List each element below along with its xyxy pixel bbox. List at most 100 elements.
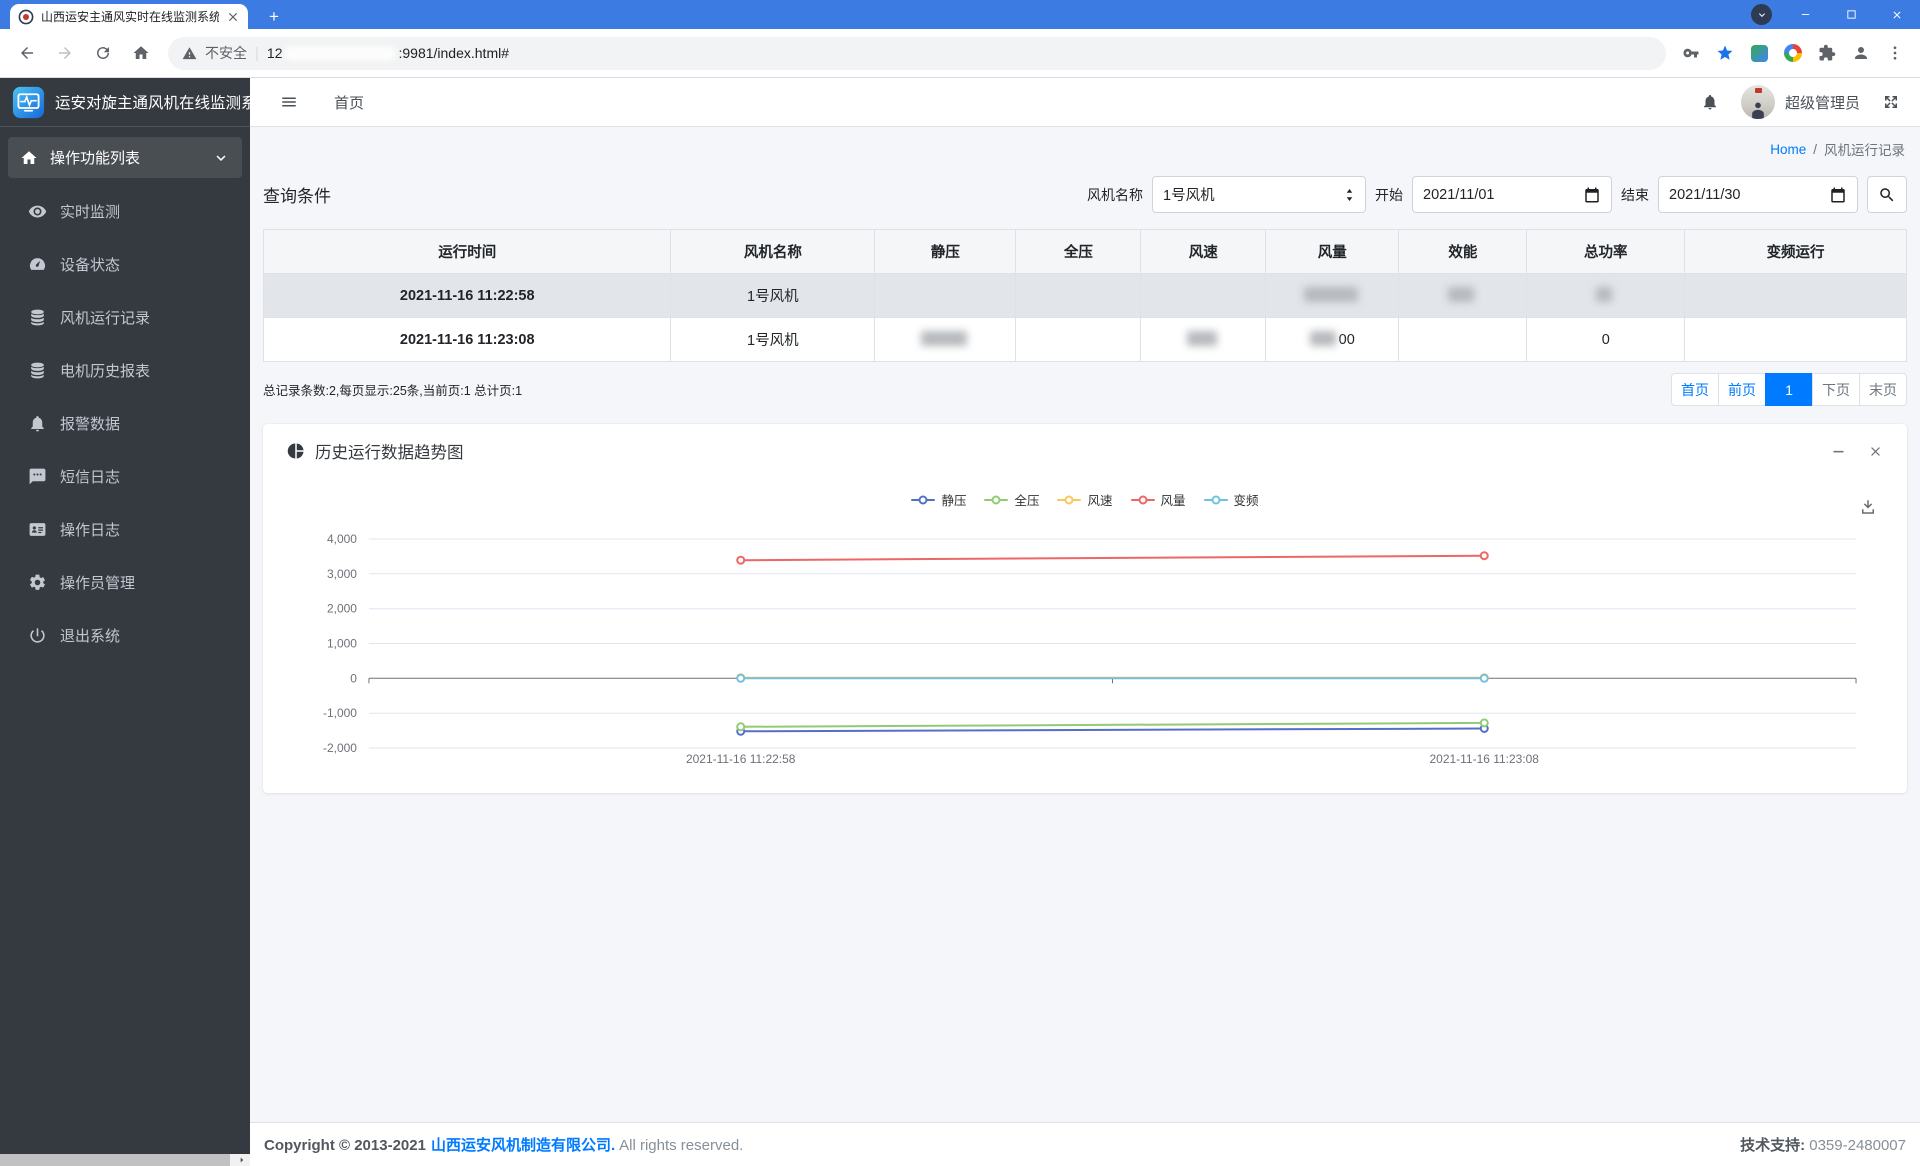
extension-color-icon[interactable]	[1778, 38, 1808, 68]
svg-text:4,000: 4,000	[327, 532, 357, 546]
id-card-icon	[29, 522, 46, 536]
query-title: 查询条件	[263, 187, 331, 206]
svg-text:-1,000: -1,000	[323, 706, 357, 720]
legend-item[interactable]: 全压	[984, 490, 1039, 509]
brand-title: 运安对旋主通风机在线监测系统	[55, 95, 250, 112]
browser-url-bar: 不安全 | 12:9981/index.html#	[0, 29, 1920, 78]
address-bar[interactable]: 不安全 | 12:9981/index.html#	[168, 36, 1666, 70]
sidebar-item-operation-log[interactable]: 操作日志	[8, 509, 242, 549]
browser-tab[interactable]: 山西运安主通风实时在线监测系统	[10, 4, 248, 29]
reload-button[interactable]	[86, 36, 120, 70]
select-spinner-icon	[1346, 188, 1353, 201]
bell-icon	[31, 415, 44, 431]
legend-item[interactable]: 风速	[1057, 490, 1113, 509]
nav-home-link[interactable]: 首页	[334, 92, 364, 113]
start-date-input[interactable]: 2021/11/01	[1412, 176, 1612, 213]
column-header: 变频运行	[1684, 229, 1907, 274]
window-close-button[interactable]	[1874, 0, 1920, 29]
close-panel-icon[interactable]	[1868, 444, 1883, 459]
fan-select[interactable]: 1号风机	[1152, 176, 1366, 213]
column-header: 风速	[1140, 229, 1267, 274]
column-header: 风机名称	[670, 229, 876, 274]
sidebar-item-fan-run-records[interactable]: 风机运行记录	[8, 297, 242, 337]
power-icon	[30, 627, 45, 643]
browser-menu-icon[interactable]	[1880, 38, 1910, 68]
window-maximize-button[interactable]	[1828, 0, 1874, 29]
pager-page-1-button[interactable]: 1	[1765, 373, 1813, 406]
bookmark-star-icon[interactable]	[1710, 38, 1740, 68]
column-header: 运行时间	[262, 229, 672, 274]
browser-profile-icon[interactable]	[1846, 38, 1876, 68]
table-row[interactable]: 2021-11-16 11:23:08 1号风机 00 0	[262, 317, 1907, 362]
brand[interactable]: 运安对旋主通风机在线监测系统	[0, 78, 250, 127]
scrollbar-thumb[interactable]	[0, 1154, 230, 1166]
svg-text:3,000: 3,000	[327, 567, 357, 581]
database-icon	[31, 362, 44, 378]
redacted-value	[1596, 287, 1613, 302]
calendar-icon[interactable]	[1583, 186, 1601, 204]
horizontal-scrollbar[interactable]	[0, 1154, 250, 1166]
extensions-puzzle-icon[interactable]	[1812, 38, 1842, 68]
table-cell: 1号风机	[670, 273, 876, 318]
end-date-input[interactable]: 2021/11/30	[1658, 176, 1858, 213]
password-key-icon[interactable]	[1676, 38, 1706, 68]
tab-search-button[interactable]	[1751, 4, 1772, 25]
legend-item[interactable]: 变频	[1203, 490, 1259, 509]
svg-text:1,000: 1,000	[327, 636, 357, 650]
legend-item[interactable]: 风量	[1130, 490, 1186, 509]
home-icon	[21, 150, 37, 164]
svg-text:2,000: 2,000	[327, 602, 357, 616]
scrollbar-right-arrow[interactable]	[233, 1154, 250, 1166]
pager-last-button[interactable]: 末页	[1859, 373, 1907, 406]
table-row[interactable]: 2021-11-16 11:22:58 1号风机	[262, 273, 1907, 318]
back-button[interactable]	[10, 36, 44, 70]
pager-next-button[interactable]: 下页	[1812, 373, 1860, 406]
company-link[interactable]: 山西运安风机制造有限公司.	[431, 1137, 615, 1154]
table-cell: 1号风机	[670, 317, 876, 362]
table-cell: 2021-11-16 11:22:58	[262, 273, 672, 318]
download-chart-icon[interactable]	[1859, 498, 1877, 516]
calendar-icon[interactable]	[1829, 186, 1847, 204]
sidebar-item-sms-log[interactable]: 短信日志	[8, 456, 242, 496]
support-phone: 0359-2480007	[1809, 1137, 1906, 1154]
search-button[interactable]	[1867, 176, 1907, 213]
sidebar-item-logout[interactable]: 退出系统	[8, 615, 242, 655]
breadcrumb-separator: /	[1813, 141, 1817, 157]
legend-item[interactable]: 静压	[911, 490, 966, 509]
table-cell	[1015, 317, 1142, 362]
redacted-value	[1309, 331, 1336, 346]
sidebar-item-function-list[interactable]: 操作功能列表	[8, 137, 242, 178]
top-navbar: 首页 超级管理员	[250, 78, 1920, 127]
sidebar-item-device-status[interactable]: 设备状态	[8, 244, 242, 284]
chevron-down-icon	[216, 154, 226, 161]
table-cell: 2021-11-16 11:23:08	[262, 317, 672, 362]
sidebar: 运安对旋主通风机在线监测系统 操作功能列表 实时监测 设备状态 风机运行记录	[0, 78, 250, 1166]
extension-icon[interactable]	[1744, 38, 1774, 68]
sidebar-item-motor-history-report[interactable]: 电机历史报表	[8, 350, 242, 390]
redacted-value	[1186, 331, 1217, 346]
window-minimize-button[interactable]	[1782, 0, 1828, 29]
sidebar-item-realtime-monitor[interactable]: 实时监测	[8, 191, 242, 231]
user-menu[interactable]: 超级管理员	[1740, 85, 1860, 119]
footer: Copyright © 2013-2021 山西运安风机制造有限公司. All ri…	[250, 1122, 1920, 1166]
breadcrumb-home-link[interactable]: Home	[1770, 142, 1806, 157]
tab-close-icon[interactable]	[226, 10, 240, 24]
user-name: 超级管理员	[1784, 94, 1860, 112]
sidebar-item-operator-management[interactable]: 操作员管理	[8, 562, 242, 602]
pager-first-button[interactable]: 首页	[1671, 373, 1719, 406]
records-table: 运行时间 风机名称 静压 全压 风速 风量 效能 总功率 变频运行 2021-1…	[262, 229, 1907, 362]
new-tab-button[interactable]: +	[262, 5, 286, 29]
notification-bell-icon[interactable]	[1701, 93, 1719, 111]
pager-prev-button[interactable]: 前页	[1718, 373, 1766, 406]
table-cell	[1398, 317, 1528, 362]
browser-home-button[interactable]	[124, 36, 158, 70]
fullscreen-expand-icon[interactable]	[1882, 93, 1900, 111]
sidebar-item-alarm-data[interactable]: 报警数据	[8, 403, 242, 443]
hamburger-menu-icon[interactable]	[280, 93, 298, 111]
table-cell	[1526, 273, 1686, 318]
address-divider: |	[255, 44, 259, 62]
chart-legend: 静压 全压 风速 风量 变频	[263, 490, 1907, 514]
collapse-panel-icon[interactable]	[1831, 444, 1846, 459]
svg-text:2021-11-16 11:22:58: 2021-11-16 11:22:58	[686, 752, 796, 766]
forward-button[interactable]	[48, 36, 82, 70]
